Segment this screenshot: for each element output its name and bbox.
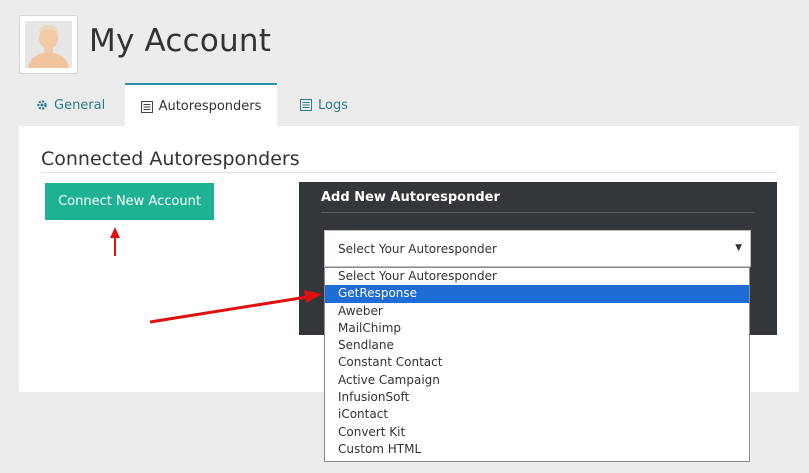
tab-general[interactable]: General <box>36 83 105 127</box>
dropdown-option[interactable]: InfusionSoft <box>325 389 749 406</box>
dropdown-option[interactable]: Custom HTML <box>325 441 749 458</box>
avatar <box>19 15 78 74</box>
tab-logs[interactable]: Logs <box>300 83 348 127</box>
tab-bar: General Autoresponders Logs <box>19 83 799 128</box>
tab-logs-label: Logs <box>318 97 348 113</box>
dropdown-option[interactable]: MailChimp <box>325 320 749 337</box>
add-autoresponder-divider <box>321 212 755 213</box>
autoresponder-select[interactable]: Select Your Autoresponder ▼ <box>324 230 751 267</box>
connect-new-account-button[interactable]: Connect New Account <box>45 183 214 220</box>
add-autoresponder-title: Add New Autoresponder <box>321 190 500 205</box>
dropdown-option[interactable]: Select Your Autoresponder <box>325 268 749 285</box>
caret-down-icon: ▼ <box>735 243 742 253</box>
avatar-placeholder-icon <box>25 21 72 68</box>
dropdown-option[interactable]: Constant Contact <box>325 354 749 371</box>
dropdown-option[interactable]: Active Campaign <box>325 372 749 389</box>
dropdown-option[interactable]: Convert Kit <box>325 424 749 441</box>
dropdown-option[interactable]: iContact <box>325 406 749 423</box>
list-icon <box>140 100 153 113</box>
list-icon <box>300 99 312 111</box>
tab-autoresponders-label: Autoresponders <box>158 99 262 114</box>
page-title: My Account <box>89 23 272 59</box>
gear-icon <box>36 99 48 111</box>
tab-general-label: General <box>54 97 106 113</box>
autoresponder-dropdown-list[interactable]: Select Your Autoresponder GetResponse Aw… <box>324 267 750 462</box>
dropdown-option-highlighted[interactable]: GetResponse <box>325 285 749 303</box>
section-title: Connected Autoresponders <box>41 148 300 170</box>
dropdown-option[interactable]: Aweber <box>325 303 749 320</box>
dropdown-option[interactable]: Sendlane <box>325 337 749 354</box>
autoresponder-select-value: Select Your Autoresponder <box>338 241 497 256</box>
tab-autoresponders[interactable]: Autoresponders <box>125 83 277 128</box>
section-divider <box>41 172 777 173</box>
